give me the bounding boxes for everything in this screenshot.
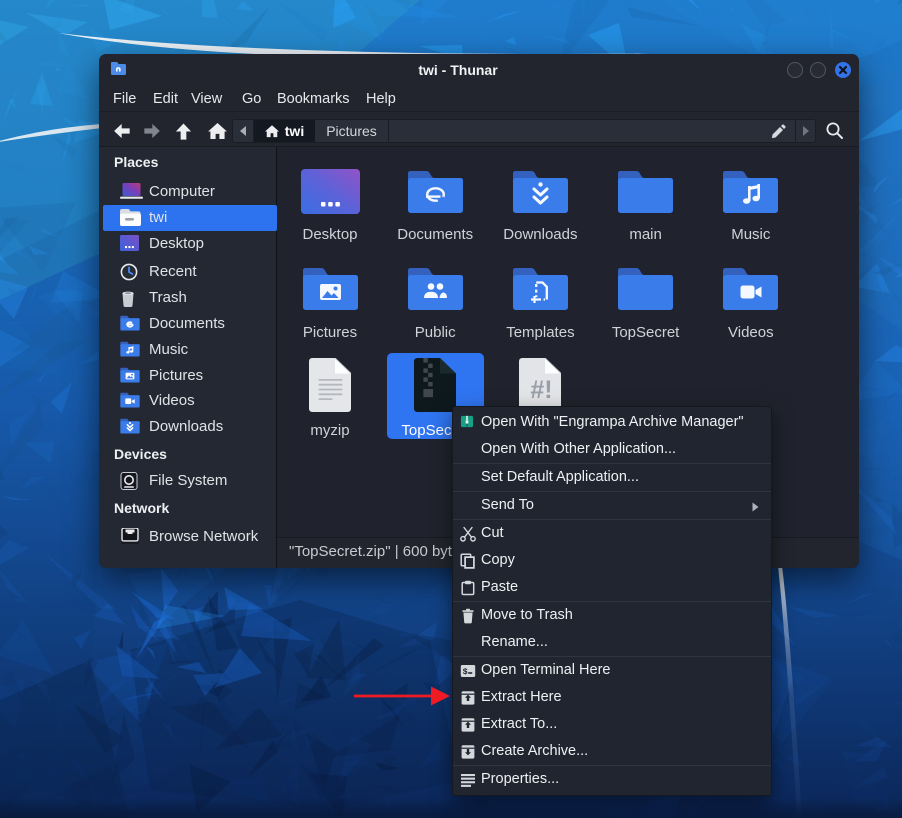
svg-text:#!: #!	[531, 376, 553, 404]
svg-text:$: $	[463, 667, 468, 677]
